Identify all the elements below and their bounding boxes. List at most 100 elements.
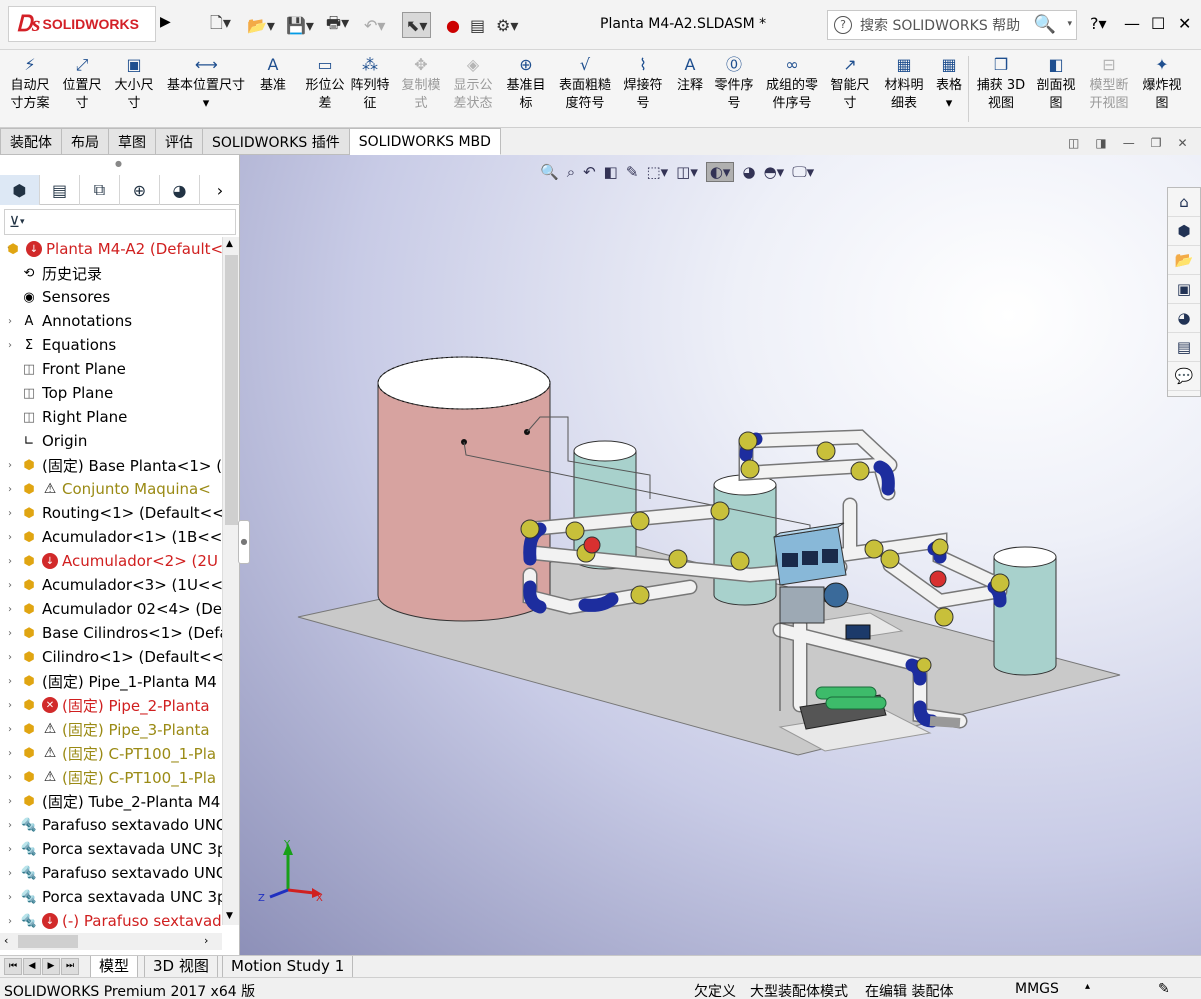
units-chevron-icon[interactable]: ▴ <box>1085 981 1090 992</box>
expand-arrow-icon[interactable]: › <box>0 580 20 591</box>
expand-arrow-icon[interactable]: › <box>0 724 20 735</box>
expand-arrow-icon[interactable]: › <box>0 556 20 567</box>
tree-item[interactable]: ◉ Sensores <box>0 285 222 309</box>
tab-1[interactable]: 布局 <box>62 128 109 155</box>
expand-arrow-icon[interactable]: › <box>0 820 20 831</box>
tab-motion-study[interactable]: Motion Study 1 <box>222 956 354 978</box>
search-icon[interactable]: 🔍 <box>1034 14 1056 35</box>
options-gear-icon[interactable]: ⚙▾ <box>496 12 518 38</box>
viewport-pin-icon[interactable]: ◫ <box>1068 136 1079 150</box>
tree-item[interactable]: › 🔩 Parafuso sextavado UNC <box>0 813 222 837</box>
tree-item[interactable]: › ⬢ (固定) Pipe_1-Planta M4 <box>0 669 222 693</box>
hide-show-items-icon[interactable]: ◐▾ <box>705 162 735 182</box>
bom-button[interactable]: ▦ 材料明 细表 <box>880 56 928 113</box>
undo-icon[interactable]: ↶▾ <box>364 12 385 38</box>
tree-item[interactable]: ◫ Right Plane <box>0 405 222 429</box>
basic-dim-button[interactable]: ⟷ 基本位置尺寸 ▾ <box>162 56 250 113</box>
tab-3d-view[interactable]: 3D 视图 <box>144 956 218 978</box>
scroll-thumb[interactable] <box>225 255 238 525</box>
tree-item[interactable]: › ⬢ ⚠ (固定) Pipe_3-Planta <box>0 717 222 741</box>
tab-4[interactable]: SOLIDWORKS 插件 <box>203 128 350 155</box>
rebuild-traffic-light-icon[interactable]: ● <box>446 12 460 38</box>
tab-3[interactable]: 评估 <box>156 128 203 155</box>
last-tab-icon[interactable]: ⏭ <box>61 958 79 975</box>
loc-dim-button[interactable]: ⤢ 位置尺寸 <box>58 56 106 113</box>
next-tab-icon[interactable]: ▶ <box>42 958 60 975</box>
tree-item[interactable]: › ⬢ (固定) Base Planta<1> (D <box>0 453 222 477</box>
custom-properties-icon[interactable]: ▤ <box>1168 333 1200 362</box>
tab-model[interactable]: 模型 <box>90 956 139 978</box>
expand-arrow-icon[interactable]: › <box>0 532 20 543</box>
dimxpert-manager-tab-icon[interactable]: ⊕ <box>120 175 160 205</box>
tree-item[interactable]: › ⬢ Acumulador<3> (1U<< <box>0 573 222 597</box>
save-icon[interactable]: 💾▾ <box>286 12 314 38</box>
tree-item[interactable]: › A Annotations <box>0 309 222 333</box>
unit-system[interactable]: MMGS <box>1015 981 1059 997</box>
tree-item[interactable]: › ⬢ Routing<1> (Default<< <box>0 501 222 525</box>
expand-arrow-icon[interactable]: › <box>0 892 20 903</box>
expand-arrow-icon[interactable]: › <box>0 844 20 855</box>
zoom-to-fit-icon[interactable]: 🔍 <box>540 163 559 181</box>
section-view-button[interactable]: ◧ 剖面视图 <box>1032 56 1080 113</box>
filter-icon[interactable]: ⊻ <box>9 213 20 231</box>
capture-3d-button[interactable]: ❒ 捕获 3D 视图 <box>972 56 1030 113</box>
solidworks-logo[interactable]: Ꭰs SOLIDWORKS <box>8 6 156 42</box>
tree-item[interactable]: › Σ Equations <box>0 333 222 357</box>
viewport-split-icon[interactable]: ◨ <box>1095 136 1106 150</box>
stacked-balloon-button[interactable]: ∞ 成组的零 件序号 <box>761 56 823 113</box>
design-library-icon[interactable]: ⬢ <box>1168 217 1200 246</box>
tree-item[interactable]: › 🔩 Parafuso sextavado UNC <box>0 861 222 885</box>
help-search-input[interactable]: ? 搜索 SOLIDWORKS 帮助 🔍 ▾ <box>827 10 1077 40</box>
configuration-manager-tab-icon[interactable]: ⧉ <box>80 175 120 205</box>
zoom-to-area-icon[interactable]: ⌕ <box>567 163 575 181</box>
prev-tab-icon[interactable]: ◀ <box>23 958 41 975</box>
scroll-up-icon[interactable]: ▲ <box>226 239 233 249</box>
expand-arrow-icon[interactable]: › <box>0 772 20 783</box>
note-button[interactable]: A 注释 <box>671 56 709 95</box>
view-palette-icon[interactable]: ▣ <box>1168 275 1200 304</box>
expand-arrow-icon[interactable]: › <box>0 796 20 807</box>
surface-finish-button[interactable]: √ 表面粗糙 度符号 <box>555 56 615 113</box>
tree-item[interactable]: › ⬢ Acumulador<1> (1B<< <box>0 525 222 549</box>
assembly-model-render[interactable]: Y X Z <box>240 155 1201 955</box>
scroll-thumb-horizontal[interactable] <box>18 935 78 948</box>
tree-item[interactable]: › ⬢ ⚠ Conjunto Maquina< <box>0 477 222 501</box>
auto-dim-button[interactable]: ⚡ 自动尺 寸方案 <box>6 56 54 113</box>
display-style-icon[interactable]: ◫▾ <box>676 163 698 181</box>
expand-arrow-icon[interactable]: › <box>0 916 20 927</box>
tree-item[interactable]: ∟ Origin <box>0 429 222 453</box>
open-document-icon[interactable]: 📂▾ <box>247 12 275 38</box>
table-button[interactable]: ▦ 表格 ▾ <box>932 56 966 113</box>
tree-item[interactable]: › ⬢ Acumulador 02<4> (De <box>0 597 222 621</box>
dynamic-annotation-icon[interactable]: ✎ <box>626 163 639 181</box>
tree-item[interactable]: ⟲ 历史记录 <box>0 261 222 285</box>
expand-arrow-icon[interactable]: › <box>0 484 20 495</box>
first-tab-icon[interactable]: ⏮ <box>4 958 22 975</box>
weld-symbol-button[interactable]: ⌇ 焊接符号 <box>620 56 666 113</box>
tree-item[interactable]: › ⬢ (固定) Tube_2-Planta M4 <box>0 789 222 813</box>
home-icon[interactable]: ⌂ <box>1168 188 1200 217</box>
file-explorer-icon[interactable]: 📂 <box>1168 246 1200 275</box>
datum-target-button[interactable]: ⊕ 基准目标 <box>502 56 550 113</box>
copy-scheme-button[interactable]: ✥ 复制模式 <box>398 56 444 113</box>
tree-item[interactable]: ◫ Front Plane <box>0 357 222 381</box>
tree-horizontal-scrollbar[interactable]: ‹ › <box>0 933 222 950</box>
datum-button[interactable]: A 基准 <box>256 56 290 95</box>
expand-arrow-icon[interactable]: › <box>0 652 20 663</box>
graphics-area[interactable]: Y X Z 🔍 ⌕ ↶ ◧ ✎ ⬚▾ ◫▾ ◐▾ ◕ ◓▾ 🖵▾ ⌂ ⬢ 📂 ▣… <box>240 155 1201 955</box>
tree-item[interactable]: › 🔩 Porca sextavada UNC 3p <box>0 837 222 861</box>
feature-manager-tab-icon[interactable]: ⬢ <box>0 175 40 205</box>
tree-item[interactable]: › 🔩 ↓ (-) Parafuso sextavad <box>0 909 222 933</box>
tree-item[interactable]: › 🔩 Porca sextavada UNC 3p <box>0 885 222 909</box>
tree-item[interactable]: ◫ Top Plane <box>0 381 222 405</box>
tree-item[interactable]: › ⬢ ⚠ (固定) C-PT100_1-Pla <box>0 741 222 765</box>
menu-expand-arrow-icon[interactable]: ▶ <box>160 14 171 30</box>
expand-arrow-icon[interactable]: › <box>0 628 20 639</box>
apply-scene-icon[interactable]: ◓▾ <box>764 163 785 181</box>
scroll-down-icon[interactable]: ▼ <box>226 911 233 921</box>
scroll-right-icon[interactable]: › <box>204 934 208 947</box>
tree-item[interactable]: › ⬢ ⚠ (固定) C-PT100_1-Pla <box>0 765 222 789</box>
display-manager-tab-icon[interactable]: ◕ <box>160 175 200 205</box>
tree-filter[interactable]: ⊻ ▾ <box>4 209 236 235</box>
chevron-right-icon[interactable]: › <box>200 175 240 205</box>
